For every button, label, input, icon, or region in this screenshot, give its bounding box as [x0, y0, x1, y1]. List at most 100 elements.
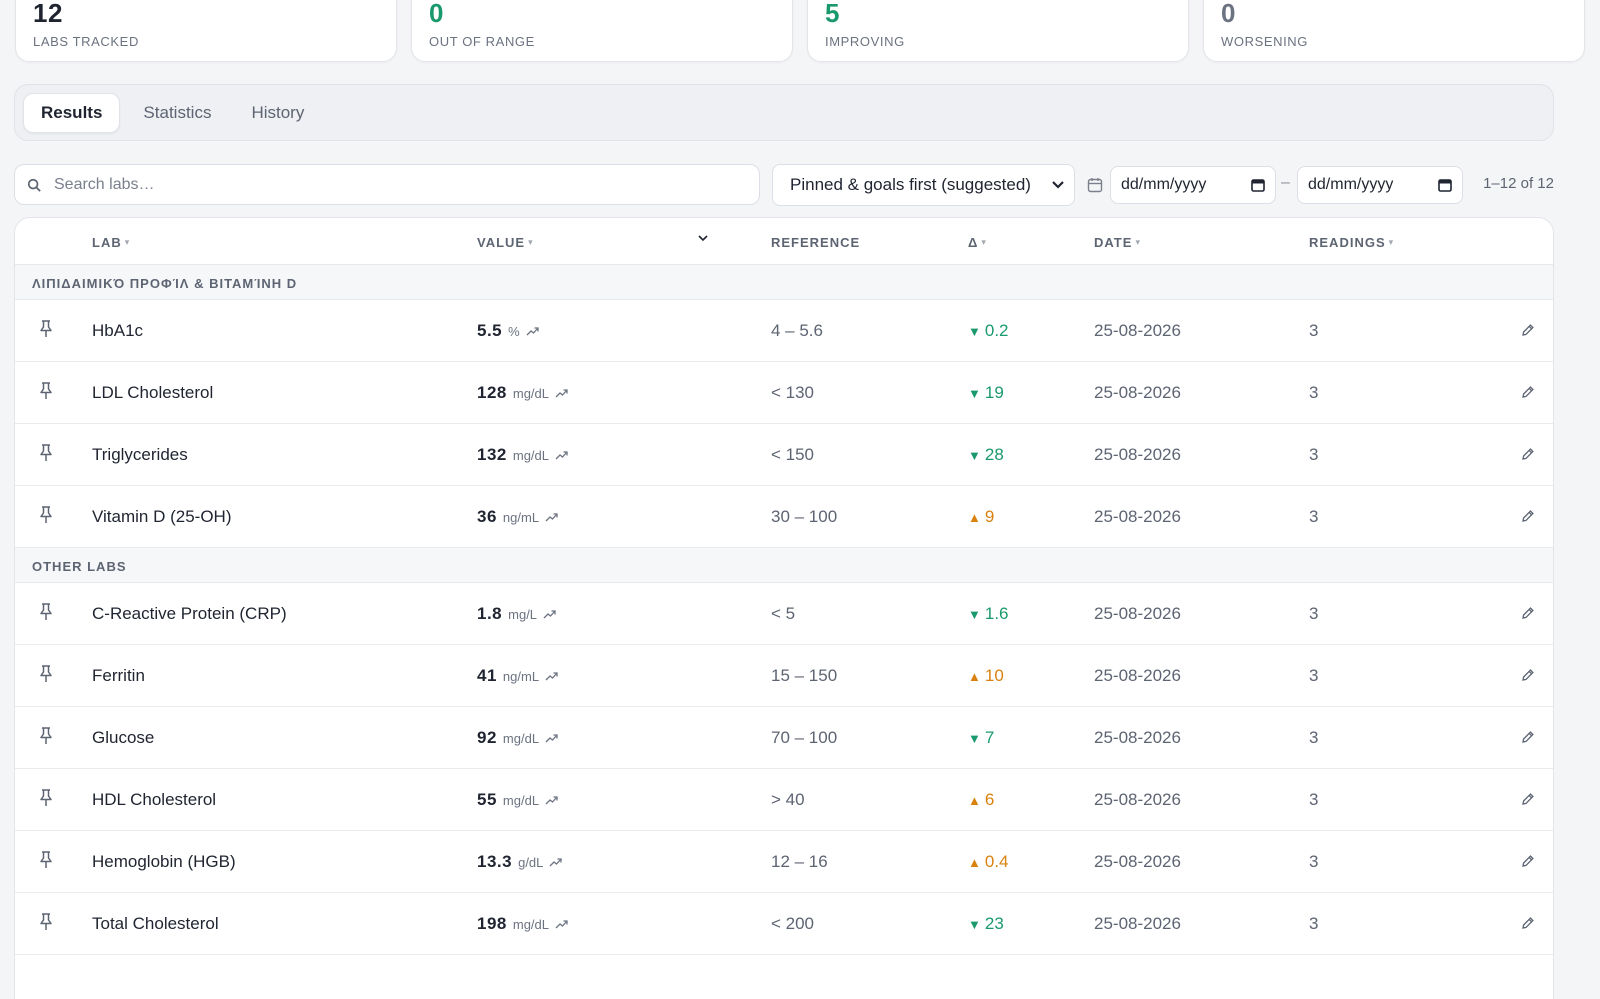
lab-name[interactable]: Glucose [92, 728, 154, 748]
tab-statistics[interactable]: Statistics [126, 93, 228, 133]
column-header-delta[interactable]: Δ ▾ [968, 235, 987, 250]
column-header-value[interactable]: VALUE ▾ [477, 235, 534, 250]
pencil-icon[interactable] [1521, 668, 1535, 682]
sort-caret-icon: ▾ [981, 237, 987, 247]
pin-icon[interactable] [37, 443, 55, 463]
table-row[interactable]: Vitamin D (25-OH) 36 ng/mL 30 – 100 ▲ 9 … [15, 486, 1553, 548]
pencil-icon[interactable] [1521, 606, 1535, 620]
value-unit: g/dL [518, 855, 544, 870]
lab-name[interactable]: Triglycerides [92, 445, 188, 465]
chevron-down-icon[interactable] [697, 232, 709, 244]
sort-caret-icon: ▾ [1388, 237, 1395, 247]
table-row[interactable]: Glucose 92 mg/dL 70 – 100 ▼ 7 25-08-2026… [15, 707, 1553, 769]
trend-up-icon[interactable] [549, 857, 563, 867]
stats-row: 12 LABS TRACKED 0 OUT OF RANGE 5 IMPROVI… [15, 0, 1585, 62]
triangle-down-icon: ▼ [968, 730, 981, 746]
pencil-icon[interactable] [1521, 730, 1535, 744]
pin-icon[interactable] [37, 602, 55, 622]
trend-up-icon[interactable] [555, 450, 569, 460]
column-header-label: LAB [92, 235, 122, 250]
table-row[interactable]: HDL Cholesterol 55 mg/dL > 40 ▲ 6 25-08-… [15, 769, 1553, 831]
lab-name[interactable]: Total Cholesterol [92, 914, 219, 934]
pencil-icon[interactable] [1521, 323, 1535, 337]
stat-card-labs-tracked: 12 LABS TRACKED [15, 0, 397, 62]
pencil-icon[interactable] [1521, 916, 1535, 930]
calendar-icon[interactable] [1251, 178, 1265, 192]
pin-icon[interactable] [37, 505, 55, 525]
lab-name[interactable]: C-Reactive Protein (CRP) [92, 604, 287, 624]
delta-value: ▲ 0.4 [968, 852, 1009, 872]
lab-name[interactable]: Hemoglobin (HGB) [92, 852, 236, 872]
table-row[interactable]: HbA1c 5.5 % 4 – 5.6 ▼ 0.2 25-08-2026 3 [15, 300, 1553, 362]
trend-up-icon[interactable] [543, 609, 557, 619]
pencil-icon[interactable] [1521, 509, 1535, 523]
pin-icon[interactable] [37, 912, 55, 932]
column-header-date[interactable]: DATE ▾ [1094, 235, 1141, 250]
delta-value: ▲ 6 [968, 790, 994, 810]
table-row[interactable]: C-Reactive Protein (CRP) 1.8 mg/L < 5 ▼ … [15, 583, 1553, 645]
date-range-separator: – [1281, 174, 1290, 191]
pin-icon[interactable] [37, 850, 55, 870]
pin-icon[interactable] [37, 664, 55, 684]
delta-value: ▲ 10 [968, 666, 1004, 686]
trend-up-icon[interactable] [555, 388, 569, 398]
reference-range: < 150 [771, 445, 815, 464]
table-row[interactable]: LDL Cholesterol 128 mg/dL < 130 ▼ 19 25-… [15, 362, 1553, 424]
value-number: 132 [477, 445, 507, 464]
delta-number: 0.4 [984, 852, 1009, 871]
lab-name[interactable]: Vitamin D (25-OH) [92, 507, 232, 527]
sort-caret-icon: ▾ [1135, 237, 1141, 247]
stat-value: 5 [825, 0, 840, 28]
value-unit: mg/dL [502, 793, 540, 808]
trend-up-icon[interactable] [555, 919, 569, 929]
sort-caret-icon: ▾ [124, 237, 131, 247]
readings-count: 3 [1309, 790, 1319, 809]
search-input[interactable] [54, 175, 734, 194]
pin-icon[interactable] [37, 726, 55, 746]
date-from-input[interactable]: dd/mm/yyyy [1110, 166, 1276, 204]
column-header-lab[interactable]: LAB ▾ [92, 235, 130, 250]
pin-icon[interactable] [37, 381, 55, 401]
value-unit: % [508, 324, 520, 339]
table-row[interactable]: Hemoglobin (HGB) 13.3 g/dL 12 – 16 ▲ 0.4… [15, 831, 1553, 893]
tab-history[interactable]: History [234, 93, 321, 133]
table-header: LAB ▾ VALUE ▾ REFERENCE Δ ▾ DATE ▾ READINGS ▾ [15, 218, 1553, 265]
pencil-icon[interactable] [1521, 854, 1535, 868]
table-row[interactable]: Triglycerides 132 mg/dL < 150 ▼ 28 25-08… [15, 424, 1553, 486]
table-row[interactable]: Ferritin 41 ng/mL 15 – 150 ▲ 10 25-08-20… [15, 645, 1553, 707]
lab-value: 41 ng/mL [477, 666, 559, 686]
reference-range: 15 – 150 [771, 666, 838, 685]
tab-results[interactable]: Results [23, 92, 121, 133]
pin-icon[interactable] [37, 788, 55, 808]
toolbar: Pinned & goals first (suggested) dd/mm/y… [14, 164, 1554, 206]
date-to-input[interactable]: dd/mm/yyyy [1297, 166, 1463, 204]
trend-up-icon[interactable] [545, 733, 559, 743]
pencil-icon[interactable] [1521, 792, 1535, 806]
column-header-label: VALUE [477, 235, 526, 250]
delta-number: 7 [984, 728, 995, 747]
stat-label: IMPROVING [825, 34, 905, 49]
pencil-icon[interactable] [1521, 447, 1535, 461]
pencil-icon[interactable] [1521, 385, 1535, 399]
triangle-down-icon: ▼ [968, 323, 981, 339]
trend-up-icon[interactable] [545, 512, 559, 522]
lab-name[interactable]: Ferritin [92, 666, 145, 686]
lab-name[interactable]: HbA1c [92, 321, 143, 341]
lab-date: 25-08-2026 [1094, 507, 1181, 526]
sort-select[interactable]: Pinned & goals first (suggested) [772, 164, 1075, 206]
pin-icon[interactable] [37, 319, 55, 339]
tab-bar: Results Statistics History [14, 84, 1554, 141]
table-row[interactable]: Total Cholesterol 198 mg/dL < 200 ▼ 23 2… [15, 893, 1553, 955]
trend-up-icon[interactable] [545, 671, 559, 681]
column-header-readings[interactable]: READINGS ▾ [1309, 235, 1394, 250]
search-box[interactable] [14, 164, 760, 205]
lab-name[interactable]: HDL Cholesterol [92, 790, 216, 810]
lab-name[interactable]: LDL Cholesterol [92, 383, 213, 403]
readings-count: 3 [1309, 852, 1319, 871]
trend-up-icon[interactable] [545, 795, 559, 805]
calendar-icon[interactable] [1438, 178, 1452, 192]
date-from-placeholder: dd/mm/yyyy [1121, 176, 1207, 193]
trend-up-icon[interactable] [526, 326, 540, 336]
stat-value: 0 [1221, 0, 1236, 28]
delta-value: ▼ 28 [968, 445, 1004, 465]
